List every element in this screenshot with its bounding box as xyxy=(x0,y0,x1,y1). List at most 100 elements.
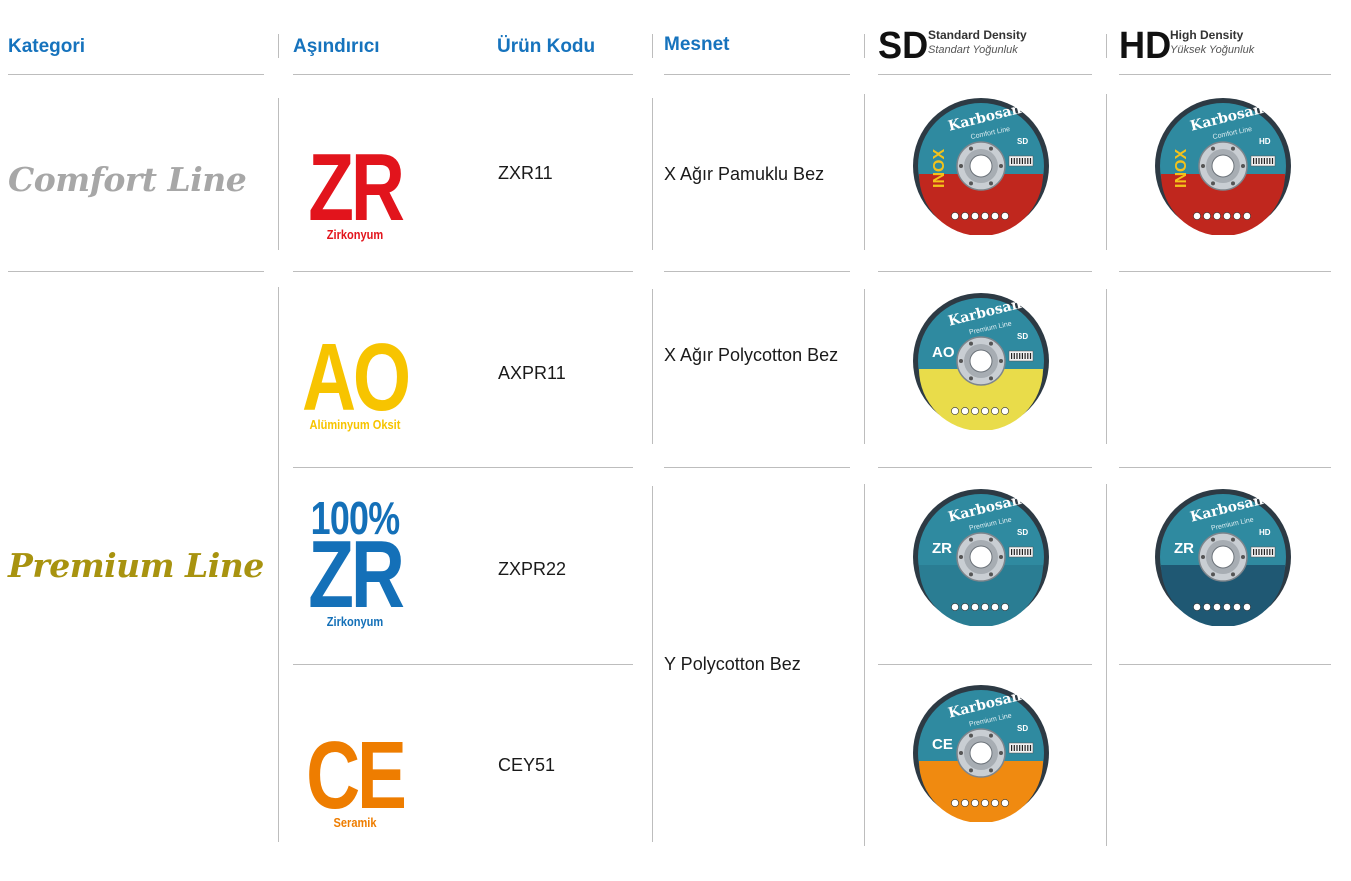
disc-hub-rivet xyxy=(1231,146,1235,151)
disc-barcode-bar xyxy=(1029,353,1032,359)
column-divider xyxy=(278,98,279,250)
hd-abbr: HD xyxy=(1119,25,1172,67)
disc-hub-rivet xyxy=(989,146,993,151)
disc-center-hole xyxy=(1211,545,1235,569)
disc-hub-rivet xyxy=(989,537,993,542)
disc-hub-rivet xyxy=(1241,164,1245,168)
product-code: CEY51 xyxy=(498,755,556,775)
row-rule xyxy=(878,664,1092,665)
disc-hub-rivet xyxy=(989,733,993,738)
disc-hub-rivet xyxy=(969,341,973,346)
disc-barcode-bar xyxy=(1024,353,1026,359)
disc-barcode-bar xyxy=(1255,549,1257,555)
disc-hub-rivet xyxy=(1201,164,1205,168)
disc-safety-icon xyxy=(981,407,989,415)
header-rule xyxy=(1119,74,1331,75)
abrasive-logo-ce: CE Seramik xyxy=(290,728,420,830)
disc-barcode-bar xyxy=(1016,549,1018,555)
disc-barcode xyxy=(1008,155,1034,167)
disc-hub-rivet xyxy=(1231,181,1235,186)
disc-barcode-bar xyxy=(1266,158,1268,164)
disc-barcode-bar xyxy=(1024,745,1026,751)
disc-hub-rivet xyxy=(989,376,993,381)
header-rule xyxy=(878,74,1092,75)
disc-barcode xyxy=(1008,350,1034,362)
disc-barcode-bar xyxy=(1019,745,1021,751)
header-mesnet: Mesnet xyxy=(664,34,730,55)
disc-barcode-bar xyxy=(1271,158,1274,164)
disc-safety-icon xyxy=(1213,212,1221,220)
header-sd: SD xyxy=(878,27,931,65)
disc-abrasive-label: INOX xyxy=(1173,149,1190,188)
disc-safety-icon xyxy=(961,799,969,807)
column-divider xyxy=(1106,289,1107,444)
disc-safety-icon xyxy=(981,212,989,220)
sd-english-label: Standard Density xyxy=(928,28,1027,42)
disc-hub-rivet xyxy=(1231,572,1235,577)
disc-safety-icon xyxy=(1203,212,1211,220)
disc-barcode-bar xyxy=(1011,549,1013,555)
header-rule xyxy=(293,74,633,75)
column-divider xyxy=(652,486,653,842)
backing-material: X Ağır Polycotton Bez xyxy=(664,345,839,365)
disc-hub-rivet xyxy=(959,359,963,363)
disc-safety-icon xyxy=(1233,212,1241,220)
disc-hub-rivet xyxy=(969,572,973,577)
disc-hub-rivet xyxy=(989,341,993,346)
column-divider xyxy=(1106,94,1107,250)
row-rule xyxy=(1119,271,1331,272)
disc-safety-icon xyxy=(1001,407,1009,415)
disc-abrasive-label: AO xyxy=(932,344,955,361)
disc-hub-rivet xyxy=(999,359,1003,363)
disc-safety-icon xyxy=(1223,603,1231,611)
disc-barcode-bar xyxy=(1253,549,1255,555)
abrasive-code: ZR xyxy=(308,520,405,628)
disc-density-mark: SD xyxy=(1017,137,1028,146)
row-rule xyxy=(293,664,633,665)
disc-hub-rivet xyxy=(959,751,963,755)
abrasive-name: Zirkonyum xyxy=(326,226,384,242)
disc-safety-icon xyxy=(981,603,989,611)
disc-barcode-bar xyxy=(1024,158,1026,164)
disc-abrasive-label: ZR xyxy=(932,540,952,557)
disc-premium-zr-hd: KarbosanPremium LineZRHD xyxy=(1155,489,1291,626)
disc-safety-icon xyxy=(951,603,959,611)
row-rule xyxy=(1119,664,1331,665)
abrasive-name: Zirkonyum xyxy=(326,613,384,629)
disc-hub-rivet xyxy=(959,164,963,168)
product-code: ZXPR22 xyxy=(498,559,567,579)
row-rule xyxy=(664,271,850,272)
header-hd: HD xyxy=(1119,27,1174,65)
disc-hub-rivet xyxy=(1201,555,1205,559)
disc-hub-rivet xyxy=(1211,181,1215,186)
category-premium-line: Premium Line xyxy=(8,546,264,585)
sd-abbr: SD xyxy=(878,25,929,67)
row-rule xyxy=(293,271,633,272)
backing-material: X Ağır Pamuklu Bez xyxy=(664,164,825,184)
disc-safety-icon xyxy=(991,799,999,807)
disc-barcode-bar xyxy=(1016,353,1018,359)
disc-hub-rivet xyxy=(999,751,1003,755)
disc-barcode-bar xyxy=(1261,158,1263,164)
disc-barcode-bar xyxy=(1019,549,1021,555)
disc-hub-rivet xyxy=(1241,555,1245,559)
disc-safety-icon xyxy=(1243,212,1251,220)
disc-barcode xyxy=(1008,546,1034,558)
disc-safety-icon xyxy=(971,212,979,220)
disc-abrasive-label: ZR xyxy=(1174,540,1194,557)
disc-barcode xyxy=(1250,546,1276,558)
disc-hub-rivet xyxy=(969,181,973,186)
disc-barcode-bar xyxy=(1013,158,1015,164)
disc-barcode-bar xyxy=(1024,549,1026,555)
disc-premium-ce-sd: KarbosanPremium LineCESD xyxy=(913,685,1049,822)
disc-safety-icon xyxy=(1001,799,1009,807)
sd-turkish-label: Standart Yoğunluk xyxy=(928,44,1018,56)
column-divider xyxy=(652,98,653,250)
disc-safety-icon xyxy=(971,603,979,611)
disc-center-hole xyxy=(1211,154,1235,178)
disc-barcode-bar xyxy=(1013,549,1015,555)
disc-hub-rivet xyxy=(999,164,1003,168)
disc-barcode-bar xyxy=(1029,158,1032,164)
disc-hub-rivet xyxy=(999,555,1003,559)
disc-barcode-bar xyxy=(1255,158,1257,164)
